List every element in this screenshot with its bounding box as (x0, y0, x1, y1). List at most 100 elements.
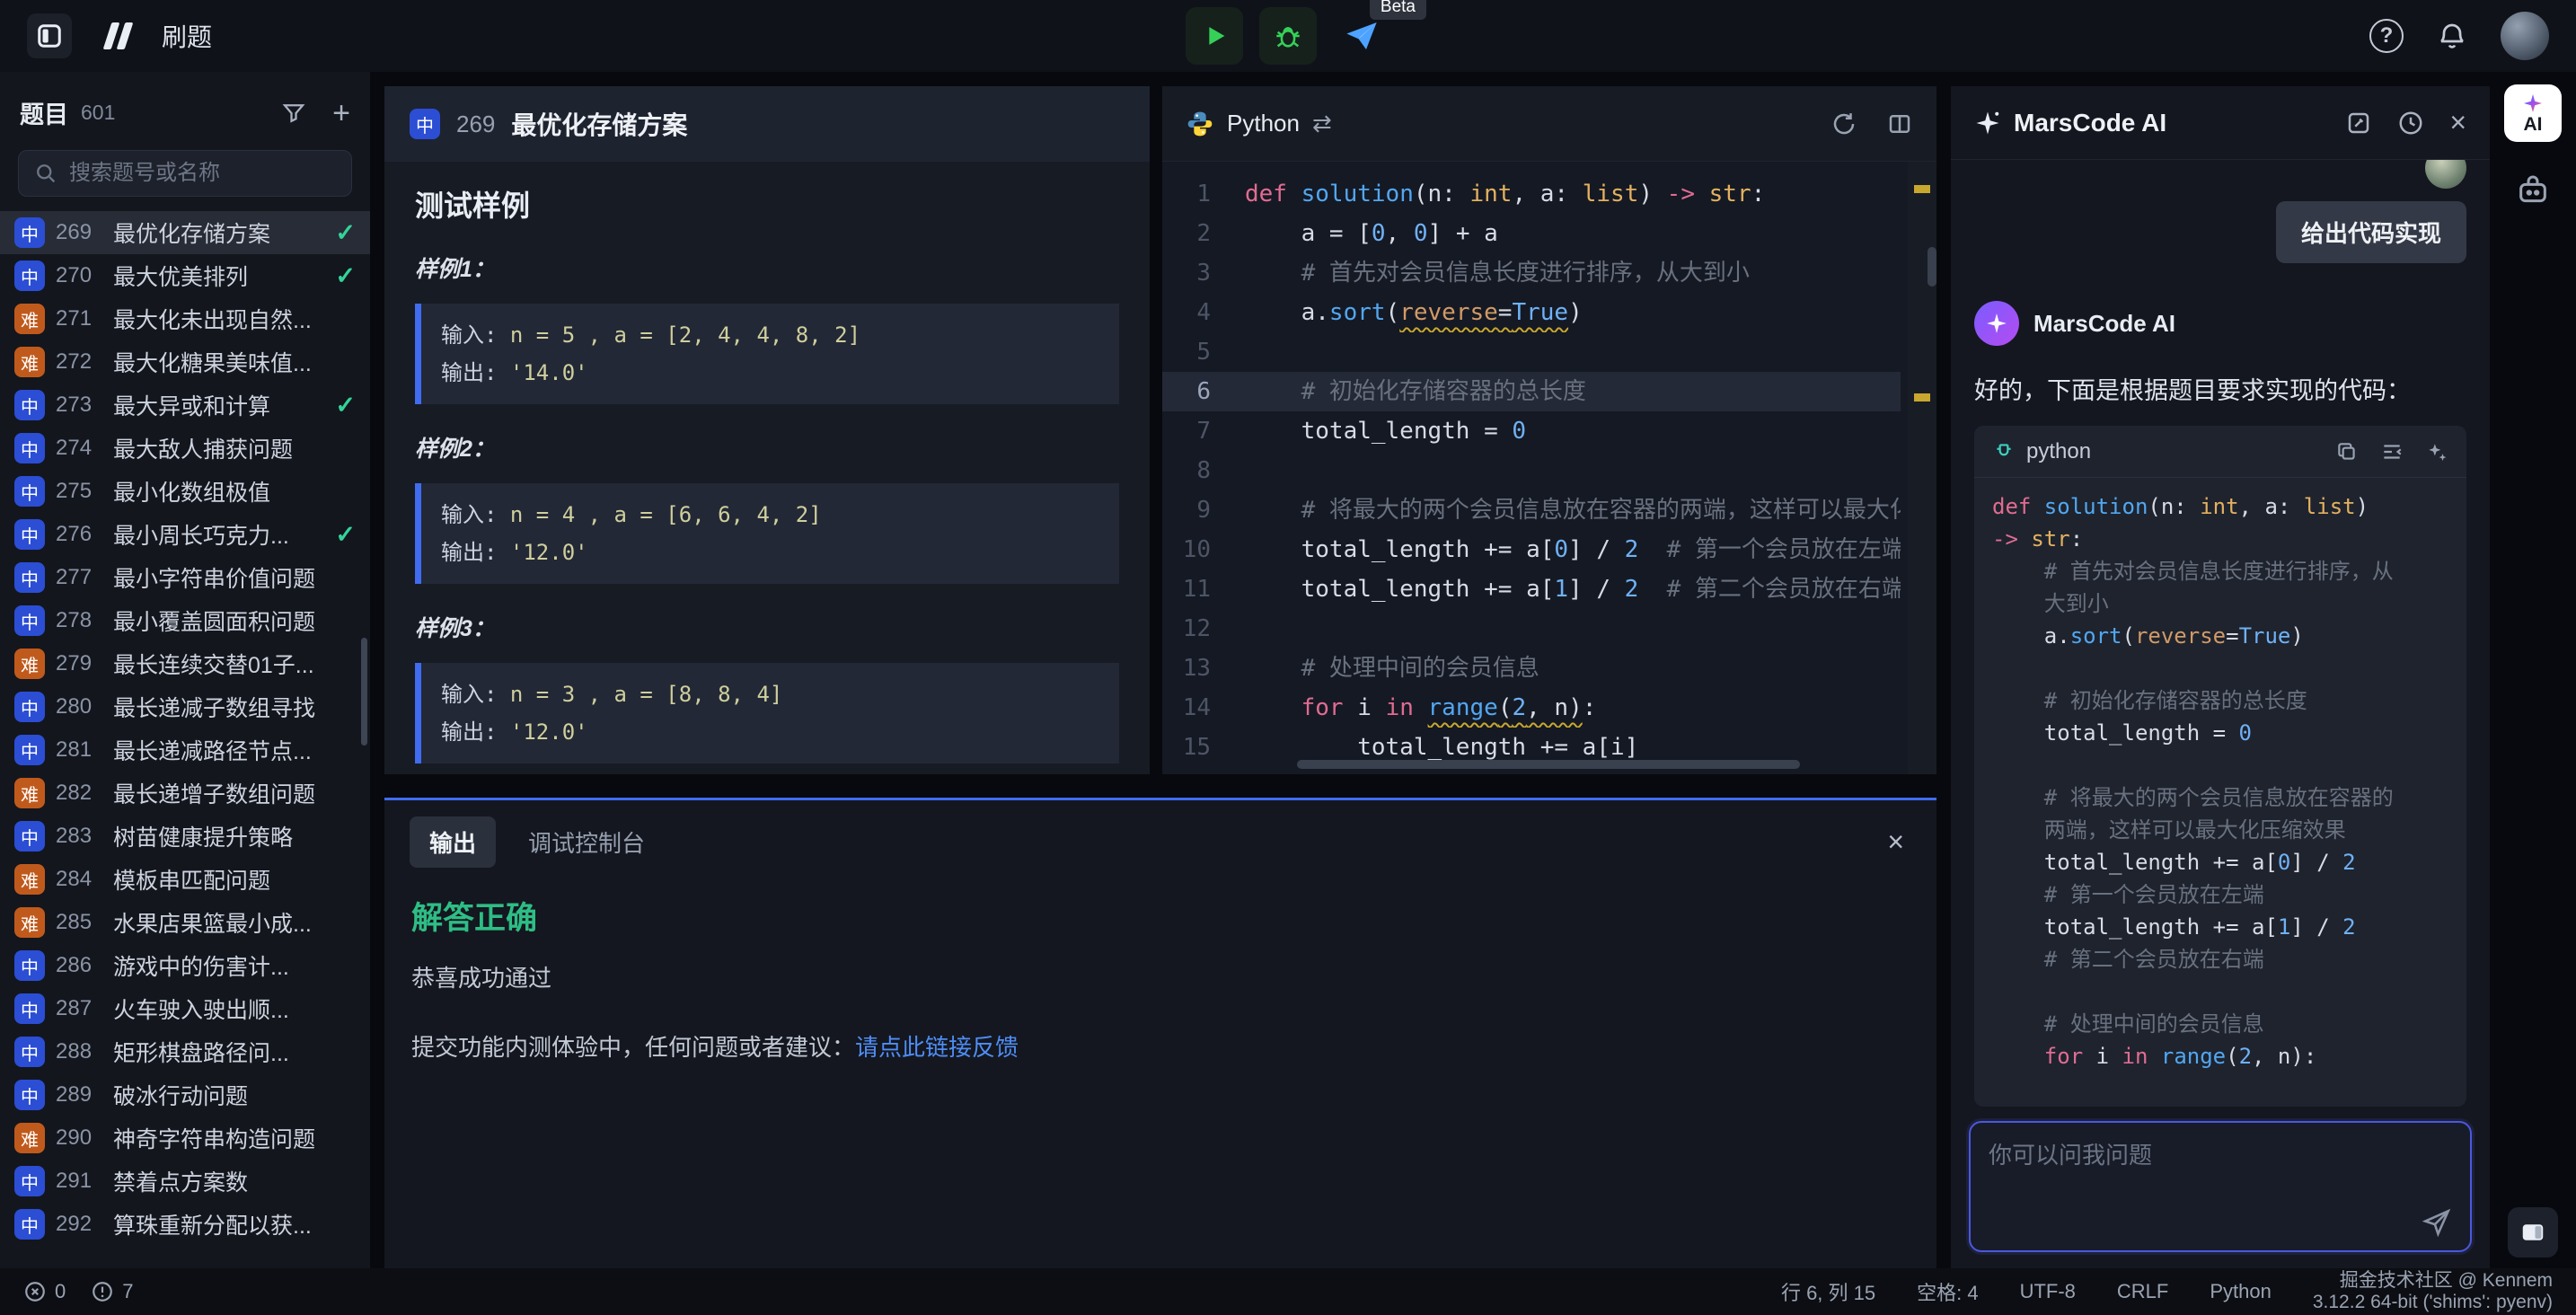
cursor-position[interactable]: 行 6, 列 15 (1781, 1277, 1875, 1306)
ai-chat-input[interactable] (1989, 1137, 2405, 1236)
sidebar-scrollbar[interactable] (361, 638, 367, 746)
problem-number: 283 (56, 824, 102, 849)
insert-code-icon[interactable] (2380, 440, 2404, 463)
list-item[interactable]: 中286游戏中的伤害计... (0, 944, 370, 987)
python-icon-small (1992, 440, 2016, 463)
tab-output[interactable]: 输出 (410, 816, 496, 868)
help-icon[interactable]: ? (2369, 19, 2404, 53)
code-line[interactable]: 5 (1162, 332, 1901, 372)
list-item[interactable]: 难285水果店果篮最小成... (0, 901, 370, 944)
editor-layout-icon[interactable] (1886, 110, 1913, 137)
eol-sequence[interactable]: CRLF (2117, 1280, 2168, 1303)
user-avatar[interactable] (2501, 12, 2549, 60)
code-line[interactable]: 3 # 首先对会员信息长度进行排序，从大到小 (1162, 253, 1901, 293)
list-item[interactable]: 中273最大异或和计算✓ (0, 384, 370, 427)
code-line[interactable]: 12 (1162, 609, 1901, 649)
indentation[interactable]: 空格: 4 (1917, 1277, 1978, 1306)
code-line[interactable]: 2 a = [0, 0] + a (1162, 214, 1901, 253)
problem-number: 269 (456, 110, 495, 138)
secondary-tool-icon[interactable] (2515, 172, 2551, 208)
line-number: 11 (1162, 569, 1245, 609)
sample-block: 输入: n = 3 , a = [8, 8, 4] 输出: '12.0' (415, 663, 1119, 763)
code-line[interactable]: 11 total_length += a[1] / 2 # 第二个会员放在右端 (1162, 569, 1901, 609)
code-line[interactable]: 1def solution(n: int, a: list) -> str: (1162, 174, 1901, 214)
community-label: 掘金技术社区 @ Kennem (2340, 1270, 2553, 1292)
list-item[interactable]: 中291禁着点方案数 (0, 1160, 370, 1203)
list-item[interactable]: 中288矩形棋盘路径问... (0, 1030, 370, 1073)
horizontal-scrollbar[interactable] (1297, 760, 1800, 769)
code-line[interactable]: 6 # 初始化存储容器的总长度 (1162, 372, 1901, 411)
close-ai-icon[interactable]: × (2449, 106, 2466, 139)
search-input[interactable] (69, 161, 348, 186)
code-line[interactable]: 4 a.sort(reverse=True) (1162, 293, 1901, 332)
list-item[interactable]: 难279最长连续交替01子... (0, 642, 370, 685)
editor-language-tab[interactable]: Python (1227, 110, 1300, 137)
new-chat-icon[interactable] (2345, 110, 2372, 137)
errors-status[interactable]: 0 (23, 1280, 66, 1303)
list-item[interactable]: 中283树苗健康提升策略 (0, 815, 370, 858)
notifications-icon[interactable] (2436, 20, 2468, 52)
submit-button[interactable]: Beta (1333, 7, 1390, 65)
minimap-warning-marker (1914, 393, 1930, 402)
interpreter-version[interactable]: 3.12.2 64-bit ('shims': pyenv) (2313, 1292, 2553, 1313)
difficulty-badge: 中 (14, 950, 45, 981)
list-item[interactable]: 中287火车驶入驶出顺... (0, 987, 370, 1030)
ai-code-line (1992, 652, 2448, 684)
code-editor[interactable]: 1def solution(n: int, a: list) -> str:2 … (1162, 162, 1936, 774)
list-item[interactable]: 难271最大化未出现自然... (0, 297, 370, 340)
run-button[interactable] (1186, 7, 1243, 65)
feedback-link[interactable]: 请点此链接反馈 (855, 1034, 1019, 1061)
encoding[interactable]: UTF-8 (2020, 1280, 2076, 1303)
panel-toggle-button[interactable] (2508, 1207, 2558, 1258)
code-line[interactable]: 13 # 处理中间的会员信息 (1162, 649, 1901, 688)
list-item[interactable]: 中277最小字符串价值问题 (0, 556, 370, 599)
debug-button[interactable] (1259, 7, 1317, 65)
difficulty-badge: 难 (14, 907, 45, 938)
list-item[interactable]: 中281最长递减路径节点... (0, 728, 370, 772)
list-item[interactable]: 中292算珠重新分配以获... (0, 1203, 370, 1246)
list-item[interactable]: 中274最大敌人捕获问题 (0, 427, 370, 470)
tab-debug-console[interactable]: 调试控制台 (528, 825, 645, 859)
list-item[interactable]: 中270最大优美排列✓ (0, 254, 370, 297)
sidebar-title: 题目 (20, 95, 68, 130)
list-item[interactable]: 中269最优化存储方案✓ (0, 211, 370, 254)
filter-icon[interactable] (280, 100, 307, 127)
close-output-icon[interactable]: × (1887, 825, 1904, 859)
line-number: 1 (1162, 174, 1245, 214)
main-area: 题目 601 + 中269最优化存储方案✓中270最大优美排列✓难271最大化未… (0, 72, 2576, 1268)
list-item[interactable]: 中276最小周长巧克力...✓ (0, 513, 370, 556)
list-item[interactable]: 难282最长递增子数组问题 (0, 772, 370, 815)
problem-title: 最大异或和计算 (113, 389, 321, 421)
history-icon[interactable] (2397, 110, 2424, 137)
code-line[interactable]: 14 for i in range(2, n): (1162, 688, 1901, 728)
reset-code-icon[interactable] (1831, 110, 1857, 137)
add-icon[interactable]: + (332, 98, 350, 128)
problem-title: 最长递增子数组问题 (113, 777, 356, 809)
ai-chat-input-box[interactable] (1969, 1121, 2472, 1252)
list-item[interactable]: 难272最大化糖果美味值... (0, 340, 370, 384)
code-line[interactable]: 9 # 将最大的两个会员信息放在容器的两端，这样可以最大化压缩效果 (1162, 490, 1901, 530)
list-item[interactable]: 中289破冰行动问题 (0, 1073, 370, 1116)
apply-code-icon[interactable] (2425, 440, 2448, 463)
list-item[interactable]: 中275最小化数组极值 (0, 470, 370, 513)
list-item[interactable]: 中278最小覆盖圆面积问题 (0, 599, 370, 642)
language-mode[interactable]: Python (2210, 1280, 2272, 1303)
warnings-status[interactable]: 7 (91, 1280, 133, 1303)
list-item[interactable]: 中280最长递减子数组寻找 (0, 685, 370, 728)
code-line[interactable]: 10 total_length += a[0] / 2 # 第一个会员放在左端 (1162, 530, 1901, 569)
code-line[interactable]: 7 total_length = 0 (1162, 411, 1901, 451)
language-switch-icon[interactable]: ⇄ (1312, 110, 1332, 137)
marscode-star-icon (1974, 110, 2001, 137)
list-item[interactable]: 难290神奇字符串构造问题 (0, 1116, 370, 1160)
list-item[interactable]: 难284模板串匹配问题 (0, 858, 370, 901)
send-icon[interactable] (2422, 1207, 2452, 1238)
copy-code-icon[interactable] (2335, 440, 2359, 463)
ai-launcher-button[interactable]: AI (2504, 84, 2562, 142)
code-line[interactable]: 8 (1162, 451, 1901, 490)
vertical-scrollbar[interactable] (1928, 247, 1936, 287)
problem-number: 277 (56, 565, 102, 590)
problem-number: 278 (56, 608, 102, 633)
sidebar-toggle-button[interactable] (27, 13, 72, 58)
line-number: 14 (1162, 688, 1245, 728)
ai-code-line: # 第二个会员放在右端 (1992, 943, 2448, 975)
